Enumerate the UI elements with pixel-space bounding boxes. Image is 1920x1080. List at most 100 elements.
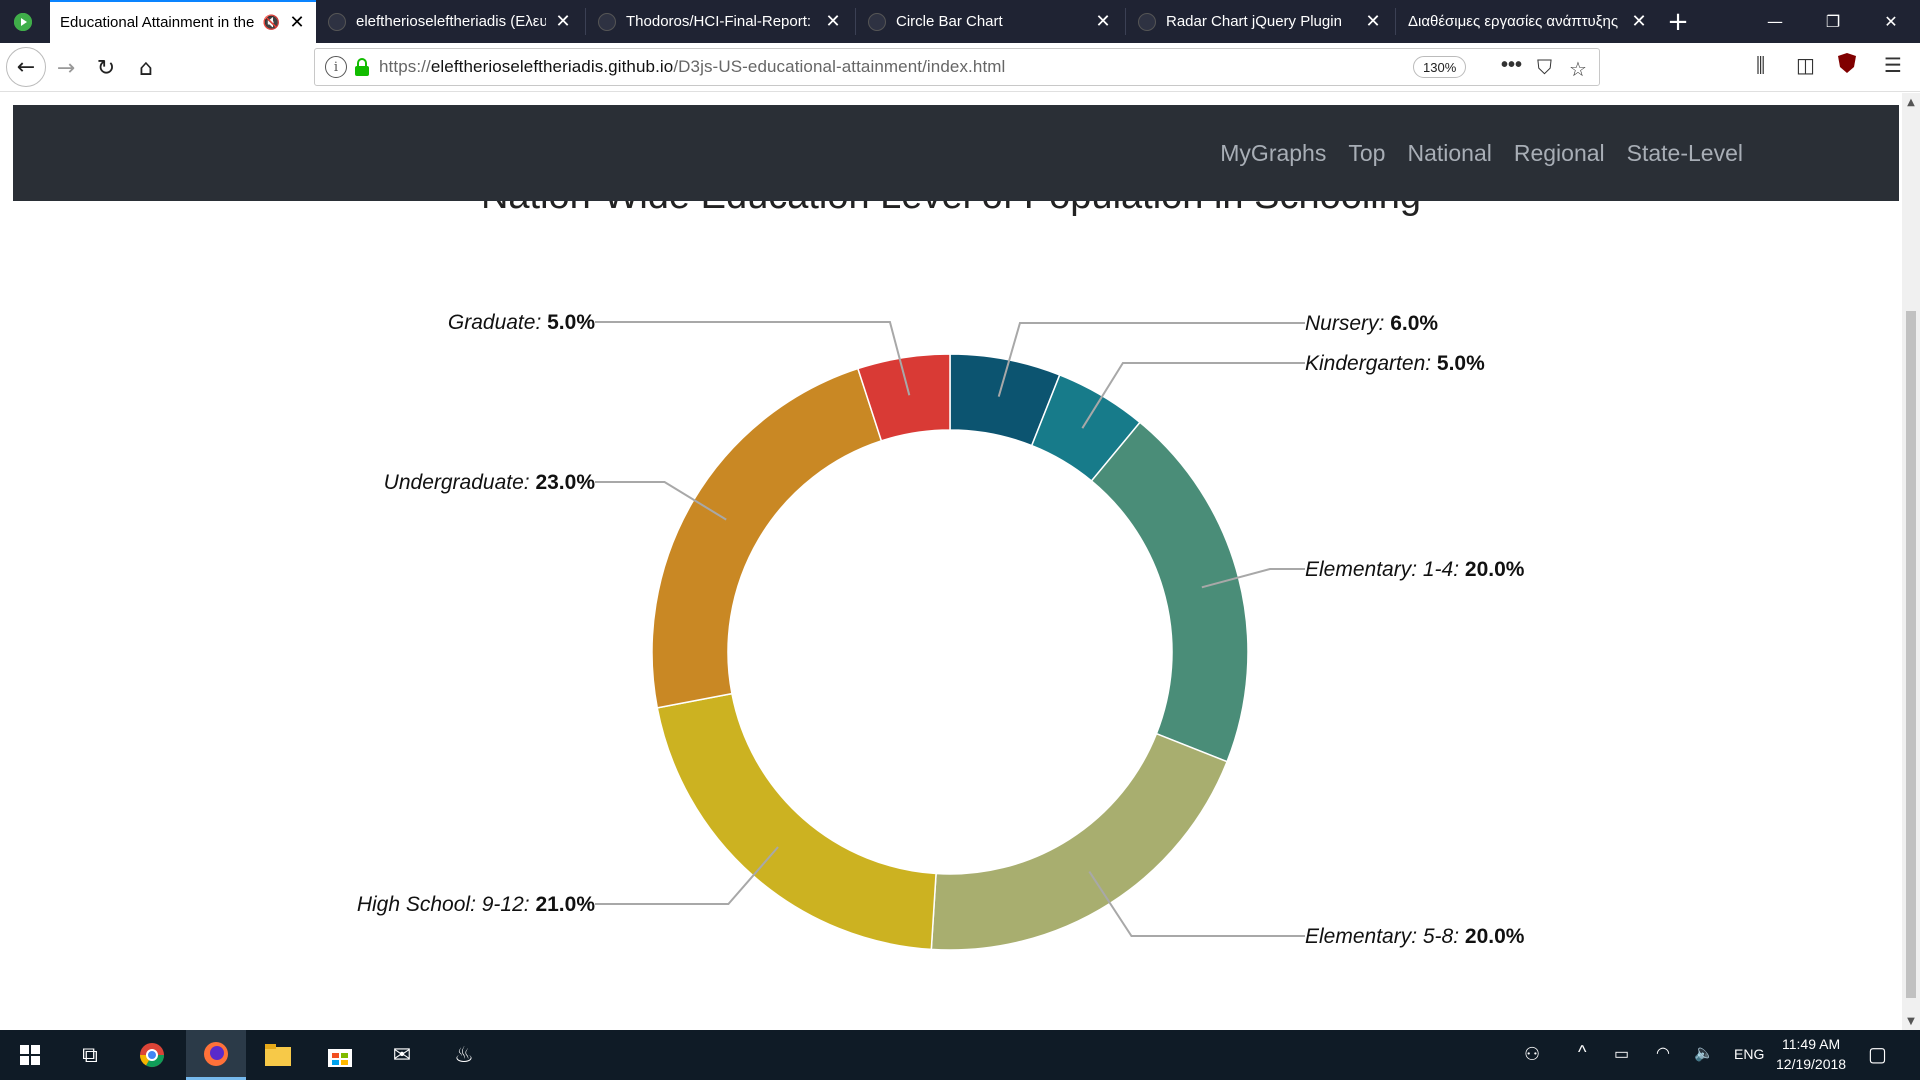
close-tab-icon[interactable]: ✕ [824, 11, 842, 32]
minimize-button[interactable]: — [1746, 0, 1804, 43]
close-tab-icon[interactable]: ✕ [1630, 11, 1648, 32]
clock-time[interactable]: 11:49 AM [1782, 1036, 1840, 1052]
site-header: MyGraphs Top National Regional State-Lev… [13, 105, 1899, 201]
page-scrollbar[interactable]: ▲ ▼ [1902, 93, 1920, 1030]
slice-label-value: 20.0% [1465, 925, 1525, 948]
new-tab-button[interactable]: + [1660, 0, 1696, 43]
donut-slice[interactable] [930, 732, 1229, 951]
windows-start-icon[interactable] [0, 1030, 60, 1080]
restore-button[interactable]: ❐ [1804, 0, 1862, 43]
mail-icon[interactable]: ✉ [372, 1030, 432, 1080]
url-text[interactable]: https://eleftherioseleftheriadis.github.… [379, 57, 1005, 77]
slice-label-name: Elementary: 1-4: [1305, 558, 1465, 581]
tab-title: Circle Bar Chart [896, 13, 1003, 30]
close-window-button[interactable]: ✕ [1862, 0, 1920, 43]
java-icon[interactable]: ♨ [434, 1030, 494, 1080]
slice-label: Elementary: 5-8: 20.0% [1305, 925, 1525, 948]
pocket-icon[interactable]: ⛉ [1537, 57, 1552, 80]
close-tab-icon[interactable]: ✕ [554, 11, 572, 32]
slice-label-value: 20.0% [1465, 558, 1525, 581]
close-tab-icon[interactable]: ✕ [1364, 11, 1382, 32]
tab-title: Thodoros/HCI-Final-Report: I [626, 13, 816, 30]
zoom-level-button[interactable]: 130% [1413, 56, 1467, 78]
back-button[interactable]: ← [6, 47, 46, 87]
nav-link-national[interactable]: National [1407, 140, 1491, 167]
page-actions-icon[interactable]: ••• [1501, 54, 1522, 77]
nav-link-top[interactable]: Top [1348, 140, 1385, 167]
donut-slice[interactable] [656, 692, 937, 951]
donut-slice[interactable] [1090, 421, 1249, 763]
task-view-icon[interactable]: ⧉ [60, 1030, 120, 1080]
forward-button[interactable]: → [48, 50, 84, 86]
info-icon[interactable]: i [325, 56, 347, 78]
tab-educational-attainment[interactable]: Educational Attainment in the 🔇 ✕ [50, 0, 316, 43]
tab-title: Radar Chart jQuery Plugin [1166, 13, 1342, 30]
volume-icon[interactable]: 🔈 [1694, 1043, 1714, 1063]
tab-hci-final-report[interactable]: Thodoros/HCI-Final-Report: I ✕ [588, 0, 852, 43]
chrome-icon[interactable] [122, 1030, 182, 1080]
browser-navigation-bar: ← → ↻ ⌂ i https://eleftherioseleftheriad… [0, 43, 1920, 92]
site-navigation: MyGraphs Top National Regional State-Lev… [1198, 105, 1743, 201]
tab-title: Διαθέσιμες εργασίες ανάπτυξης [1408, 13, 1619, 30]
home-button[interactable]: ⌂ [128, 50, 164, 86]
address-bar[interactable]: i https://eleftherioseleftheriadis.githu… [314, 48, 1600, 86]
clock-date[interactable]: 12/19/2018 [1776, 1056, 1846, 1072]
slice-label-name: Graduate: [448, 311, 547, 334]
slice-label-value: 23.0% [535, 471, 595, 494]
github-icon [598, 12, 616, 31]
tab-title: eleftherioseleftheriadis (Ελευ [356, 13, 546, 30]
browser-tab-strip: Educational Attainment in the 🔇 ✕ elefth… [0, 0, 1920, 43]
slice-label-name: Nursery: [1305, 312, 1390, 335]
scroll-down-arrow-icon[interactable]: ▼ [1902, 1012, 1920, 1030]
lock-icon[interactable] [355, 58, 369, 76]
wifi-icon[interactable]: ◠ [1656, 1043, 1670, 1063]
windows-taskbar: ⧉ ✉ ♨ ⚇ ^ ▭ ◠ 🔈 ENG 11:49 AM 12/19/2018 … [0, 1030, 1920, 1080]
people-icon[interactable]: ⚇ [1524, 1044, 1540, 1065]
tab-radar-chart[interactable]: Radar Chart jQuery Plugin ✕ [1128, 0, 1392, 43]
scrollbar-thumb[interactable] [1906, 311, 1916, 998]
ublock-icon[interactable] [1838, 53, 1856, 78]
slice-label-value: 5.0% [1437, 352, 1485, 375]
slice-label: High School: 9-12: 21.0% [357, 893, 595, 916]
slice-label-name: High School: 9-12: [357, 893, 536, 916]
file-explorer-icon[interactable] [248, 1030, 308, 1080]
github-icon [328, 12, 346, 31]
menu-icon[interactable]: ☰ [1884, 53, 1902, 77]
page-icon [868, 12, 886, 31]
slice-label-name: Kindergarten: [1305, 352, 1437, 375]
slice-label-name: Elementary: 5-8: [1305, 925, 1465, 948]
slice-label-value: 6.0% [1390, 312, 1438, 335]
firefox-icon[interactable] [186, 1030, 246, 1080]
donut-chart: Nursery: 6.0% Kindergarten: 5.0% Elementar… [357, 311, 1525, 951]
firefox-menu-icon[interactable] [0, 0, 48, 43]
slice-label-name: Undergraduate: [384, 471, 536, 494]
store-icon[interactable] [310, 1030, 370, 1080]
input-language[interactable]: ENG [1734, 1046, 1764, 1062]
close-tab-icon[interactable]: ✕ [1094, 11, 1112, 32]
tab-eleftherios-github[interactable]: eleftherioseleftheriadis (Ελευ ✕ [318, 0, 582, 43]
show-hidden-icons-icon[interactable]: ^ [1578, 1042, 1586, 1063]
slice-label-value: 21.0% [535, 893, 595, 916]
close-tab-icon[interactable]: ✕ [288, 12, 306, 33]
tab-circle-bar-chart[interactable]: Circle Bar Chart ✕ [858, 0, 1122, 43]
scroll-up-arrow-icon[interactable]: ▲ [1902, 93, 1920, 111]
nav-link-mygraphs[interactable]: MyGraphs [1220, 140, 1326, 167]
tab-title: Educational Attainment in the [60, 14, 255, 31]
slice-label: Graduate: 5.0% [448, 311, 595, 334]
page-icon [1138, 12, 1156, 31]
battery-icon[interactable]: ▭ [1614, 1044, 1629, 1064]
page-content: Nation-Wide Education Level of Populatio… [0, 93, 1902, 1030]
slice-label: Undergraduate: 23.0% [384, 471, 596, 494]
nav-link-regional[interactable]: Regional [1514, 140, 1605, 167]
library-icon[interactable]: ⫼ [1756, 53, 1765, 77]
nav-link-state-level[interactable]: State-Level [1627, 140, 1743, 167]
donut-slice[interactable] [651, 367, 883, 709]
sidebar-icon[interactable]: ◫ [1796, 53, 1815, 77]
tab-available-tasks[interactable]: Διαθέσιμες εργασίες ανάπτυξης ✕ [1398, 0, 1658, 43]
mute-icon[interactable]: 🔇 [263, 14, 280, 31]
reload-button[interactable]: ↻ [88, 50, 124, 86]
bookmark-star-icon[interactable]: ☆ [1569, 57, 1587, 82]
action-center-icon[interactable]: ▢ [1868, 1042, 1887, 1067]
slice-label: Nursery: 6.0% [1305, 312, 1438, 335]
slice-label-value: 5.0% [547, 311, 595, 334]
